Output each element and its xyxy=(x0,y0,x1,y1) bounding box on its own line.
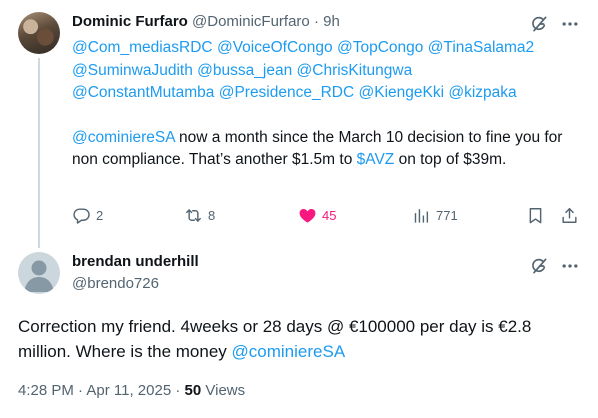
reply-time[interactable]: 4:28 PM xyxy=(18,382,74,399)
separator-dot: · xyxy=(175,382,181,399)
separator-dot: · xyxy=(313,13,319,30)
more-icon xyxy=(560,256,580,276)
cashtag-link[interactable]: $AVZ xyxy=(357,151,395,168)
reply-author-avatar[interactable] xyxy=(18,252,60,294)
mention-link[interactable]: @ConstantMutamba xyxy=(72,84,214,101)
share-icon xyxy=(562,207,577,223)
tweet-text: @cominiereSA now a month since the March… xyxy=(72,127,587,172)
thread-line xyxy=(38,58,40,248)
views-icon xyxy=(414,208,429,223)
mention-link[interactable]: @cominiereSA xyxy=(72,129,175,146)
mention-link[interactable]: @cominiereSA xyxy=(232,342,346,361)
reply-meta: 4:28 PM · Apr 11, 2025 · 50 Views xyxy=(18,381,245,401)
mention-link[interactable]: @bussa_jean xyxy=(197,62,292,79)
separator-dot: · xyxy=(78,382,84,399)
tweet-text-part: on top of $39m. xyxy=(394,151,507,168)
author-handle[interactable]: @DominicFurfaro xyxy=(192,13,310,30)
reply-button[interactable]: 2 xyxy=(72,203,103,227)
retweet-icon xyxy=(186,208,201,222)
mention-link[interactable]: @VoiceOfCongo xyxy=(217,39,333,56)
reply-grok-button[interactable] xyxy=(529,256,549,276)
bookmark-icon xyxy=(529,207,542,223)
tweet-actions: 2 8 45 771 xyxy=(72,203,587,227)
reply-header: brendan underhill xyxy=(72,252,199,272)
views-button[interactable]: 771 xyxy=(412,203,458,227)
mention-link[interactable]: @Com_mediasRDC xyxy=(72,39,213,56)
grok-button[interactable] xyxy=(529,14,549,34)
reply-icon xyxy=(73,207,90,224)
grok-icon xyxy=(529,256,549,276)
heart-filled-icon xyxy=(299,208,316,223)
retweet-count: 8 xyxy=(208,207,216,223)
tweet[interactable]: Dominic Furfaro @DominicFurfaro · 9h @Co… xyxy=(0,0,598,248)
mention-link[interactable]: @kizpaka xyxy=(448,84,516,101)
tweet-header: Dominic Furfaro @DominicFurfaro · 9h xyxy=(72,12,340,32)
author-name[interactable]: Dominic Furfaro xyxy=(72,13,188,30)
reply-body: Correction my friend. 4weeks or 28 days … xyxy=(18,314,583,364)
more-button[interactable] xyxy=(560,14,580,34)
more-icon xyxy=(560,14,580,34)
mention-link[interactable]: @TopCongo xyxy=(337,39,423,56)
tweet-time[interactable]: 9h xyxy=(323,13,340,30)
mention-link[interactable]: @SuminwaJudith xyxy=(72,62,193,79)
tweet-body: @Com_mediasRDC @VoiceOfCongo @TopCongo @… xyxy=(72,37,587,172)
grok-icon xyxy=(529,14,549,34)
reply-views-label: Views xyxy=(205,382,246,399)
mention-link[interactable]: @TinaSalama2 xyxy=(428,39,535,56)
like-button[interactable]: 45 xyxy=(298,203,336,227)
reply-author-name[interactable]: brendan underhill xyxy=(72,253,199,270)
views-count: 771 xyxy=(436,207,458,223)
like-count: 45 xyxy=(322,207,337,223)
bookmark-button[interactable] xyxy=(526,203,545,227)
author-avatar[interactable] xyxy=(18,12,60,54)
retweet-button[interactable]: 8 xyxy=(184,203,215,227)
mention-link[interactable]: @Presidence_RDC xyxy=(219,84,354,101)
reply-author-handle[interactable]: @brendo726 xyxy=(72,274,159,294)
mentions-line-3: @ConstantMutamba @Presidence_RDC @Kienge… xyxy=(72,82,587,105)
reply-count: 2 xyxy=(96,207,104,223)
reply-views-count: 50 xyxy=(184,382,202,399)
mention-link[interactable]: @ChrisKitungwa xyxy=(297,62,413,79)
reply-more-button[interactable] xyxy=(560,256,580,276)
mention-link[interactable]: @KiengeKki xyxy=(359,84,445,101)
mentions-line-2: @SuminwaJudith @bussa_jean @ChrisKitungw… xyxy=(72,60,587,83)
share-button[interactable] xyxy=(560,203,579,227)
reply-date[interactable]: Apr 11, 2025 xyxy=(86,382,171,399)
mentions-line-1: @Com_mediasRDC @VoiceOfCongo @TopCongo @… xyxy=(72,37,587,60)
